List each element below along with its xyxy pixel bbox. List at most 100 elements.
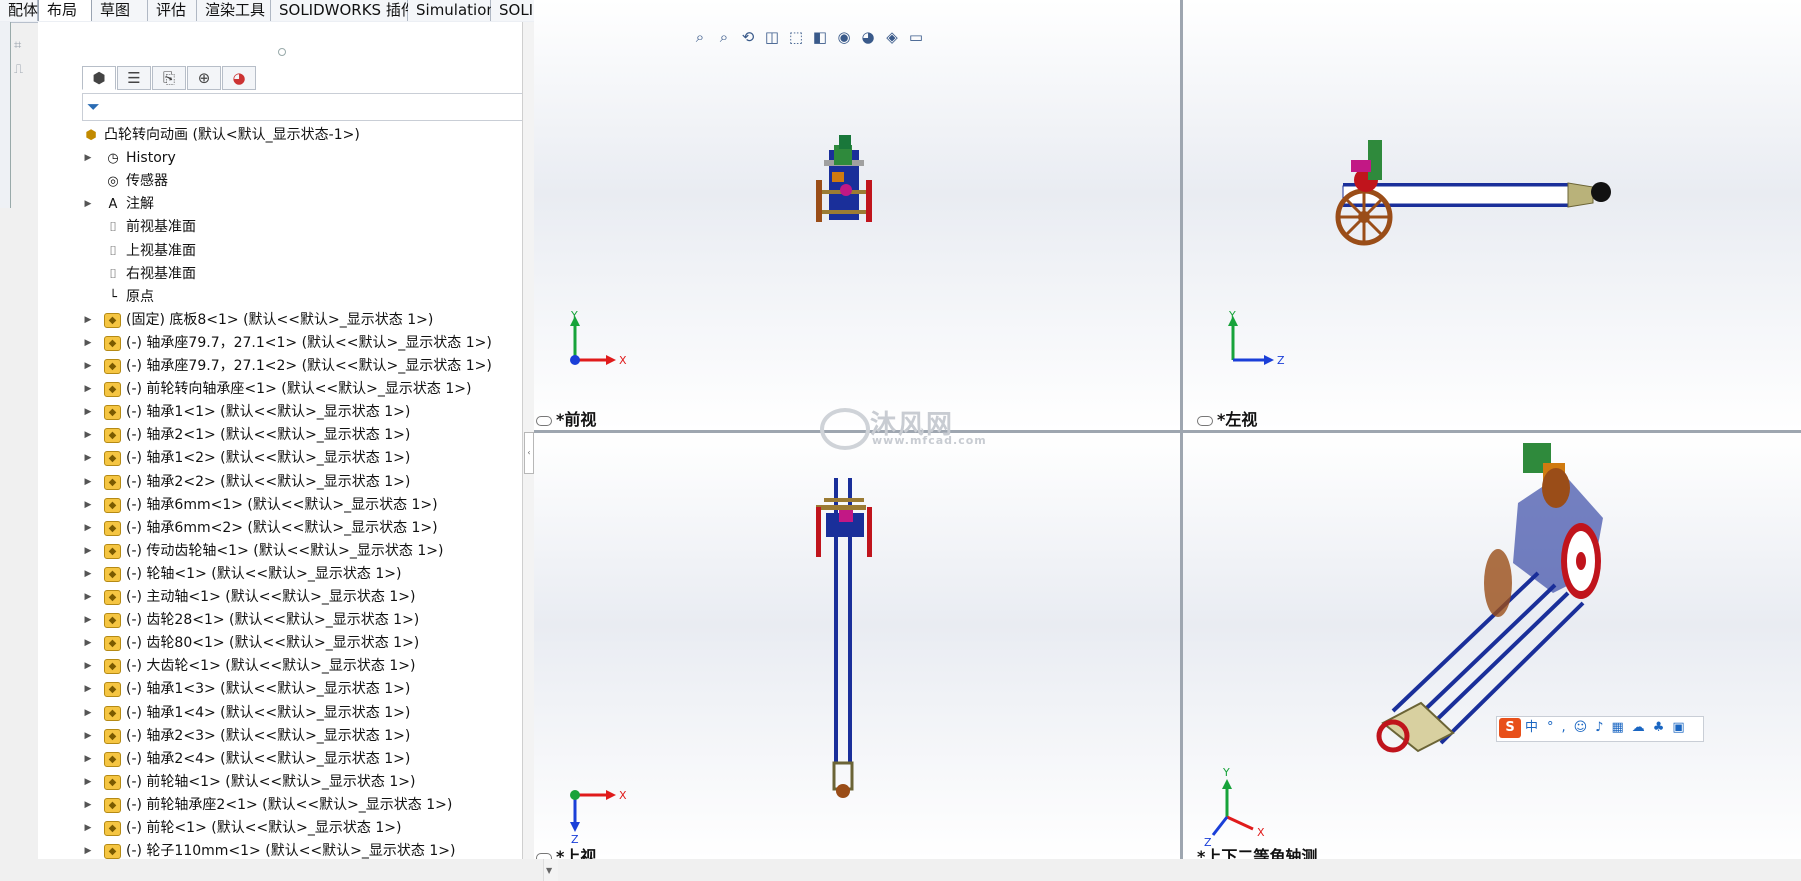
ribbon-tab[interactable]: SOLIDWORKS 插件 (271, 0, 416, 21)
expand-arrow-icon[interactable]: ▶ (82, 332, 94, 355)
previous-view-icon[interactable]: ⟲ (736, 28, 760, 46)
part-icon: ◆ (104, 774, 121, 790)
viewport-front[interactable]: Y X *前视 ⌕ ⌕ ⟲ ◫ ⬚ ◧ ◉ ◕ ◈ ▭ (534, 0, 1180, 430)
part-icon: ◆ (104, 613, 121, 629)
expand-arrow-icon[interactable]: ▶ (82, 147, 94, 170)
viewport-isometric[interactable]: Y X Z *上下二等角轴测 (1183, 433, 1801, 859)
iso-view-model: Y X Z (1204, 443, 1603, 849)
section-view-icon[interactable]: ◫ (760, 28, 784, 46)
part-icon: ◆ (104, 382, 121, 398)
plane-icon: ⌷ (109, 266, 117, 282)
part-icon: ◆ (104, 543, 121, 559)
expand-arrow-icon[interactable]: ▶ (82, 309, 94, 332)
part-icon: ◆ (104, 497, 121, 513)
part-icon: ◆ (104, 405, 121, 421)
tree-item-label: (-) 轴承座79.7，27.1<2> (默认<<默认>_显示状态 1>) (126, 358, 492, 374)
viewport-left[interactable]: Y Z *左视 (1183, 0, 1801, 430)
dimxpert-icon[interactable]: ⊕ (187, 66, 221, 90)
axis-x-label: X (1257, 826, 1265, 839)
expand-arrow-icon[interactable]: ▶ (82, 355, 94, 378)
configuration-manager-icon[interactable]: ⎘ (152, 66, 186, 90)
scroll-down-icon[interactable]: ▼ (546, 866, 552, 875)
sketch-relation-icon[interactable]: ⌗ (14, 38, 36, 62)
step-icon[interactable]: ⎍ (14, 62, 36, 86)
expand-arrow-icon[interactable]: ▶ (82, 817, 94, 840)
axis-x-label: X (619, 789, 627, 802)
expand-arrow-icon[interactable]: ▶ (82, 540, 94, 563)
ribbon-tab[interactable]: Simulation (408, 0, 496, 21)
edit-appearance-icon[interactable]: ◕ (856, 28, 880, 46)
expand-arrow-icon[interactable]: ▶ (82, 748, 94, 771)
expand-arrow-icon[interactable]: ▶ (82, 517, 94, 540)
display-style-icon[interactable]: ◧ (808, 28, 832, 46)
front-view-model: Y X (570, 135, 872, 367)
ribbon-tab[interactable]: 草图 (92, 0, 148, 21)
part-icon: ◆ (104, 797, 121, 813)
property-manager-icon[interactable]: ☰ (117, 66, 151, 90)
expand-arrow-icon[interactable]: ▶ (82, 424, 94, 447)
expand-arrow-icon[interactable]: ▶ (82, 678, 94, 701)
tree-item-label: (-) 轮轴<1> (默认<<默认>_显示状态 1>) (126, 565, 402, 582)
expand-arrow-icon[interactable]: ▶ (82, 378, 94, 401)
tree-item-label: (-) 轴承2<3> (默认<<默认>_显示状态 1>) (126, 727, 411, 744)
expand-arrow-icon[interactable]: ▶ (82, 609, 94, 632)
view-label-isometric: *上下二等角轴测 (1197, 847, 1318, 859)
expand-arrow-icon[interactable]: ▶ (82, 401, 94, 424)
expand-arrow-icon[interactable]: ▶ (82, 586, 94, 609)
part-icon: ◆ (104, 636, 121, 652)
collapse-handle[interactable]: ‹ (524, 432, 534, 474)
filter-icon[interactable]: ⏷ (87, 97, 100, 117)
apply-scene-icon[interactable]: ◈ (880, 28, 904, 46)
ime-tool-icons[interactable]: °,☺♪▦☁♣▣ (1547, 717, 1693, 739)
ribbon-tab[interactable]: 渲染工具 (197, 0, 271, 21)
hide-show-icon[interactable]: ◉ (832, 28, 856, 46)
tree-item-label: (-) 主动轴<1> (默认<<默认>_显示状态 1>) (126, 589, 416, 605)
tree-item-label: 右视基准面 (126, 265, 196, 282)
watermark-logo (820, 408, 870, 450)
side-icons: ⌗ ⎍ (14, 38, 36, 86)
ribbon-tab[interactable]: 配体 (0, 0, 38, 21)
tree-item-label: 传感器 (126, 173, 168, 190)
panel-grip-icon[interactable] (278, 48, 286, 56)
tree-item-label: 注解 (126, 196, 154, 213)
sogou-logo-icon[interactable]: S (1499, 718, 1521, 738)
tree-item-label: (-) 前轮轴承座2<1> (默认<<默认>_显示状态 1>) (126, 796, 453, 813)
axis-z-label: Z (1277, 354, 1285, 367)
expand-arrow-icon[interactable]: ▶ (82, 771, 94, 794)
expand-arrow-icon[interactable]: ▶ (82, 794, 94, 817)
feature-manager-panel: ⬢ ☰ ⎘ ⊕ ◕ › ⏷ ⬢凸轮转向动画 (默认<默认_显示状态-1>)▶◷H… (38, 22, 558, 881)
left-toolbar-strip (0, 22, 11, 208)
expand-arrow-icon[interactable]: ▶ (82, 632, 94, 655)
ribbon-tab[interactable]: 评估 (148, 0, 197, 21)
expand-arrow-icon[interactable]: ▶ (82, 563, 94, 586)
expand-arrow-icon[interactable]: ▶ (82, 655, 94, 678)
part-icon: ◆ (104, 520, 121, 536)
ime-mode[interactable]: 中 (1525, 717, 1538, 739)
heads-up-toolbar: ⌕ ⌕ ⟲ ◫ ⬚ ◧ ◉ ◕ ◈ ▭ (688, 28, 1018, 50)
expand-arrow-icon[interactable]: ▶ (82, 193, 94, 216)
watermark: 沐风网 www.mfcad.com (820, 404, 1000, 454)
expand-arrow-icon[interactable]: ▶ (82, 702, 94, 725)
viewport-top[interactable]: X Z *上视 (534, 433, 1180, 859)
feature-tree-icon[interactable]: ⬢ (82, 66, 116, 90)
part-icon: ◆ (104, 566, 121, 582)
tree-item-label: (-) 轴承1<2> (默认<<默认>_显示状态 1>) (126, 450, 411, 467)
zoom-area-icon[interactable]: ⌕ (712, 28, 736, 46)
view-settings-icon[interactable]: ▭ (904, 28, 928, 46)
plane-icon: ⌷ (109, 220, 117, 236)
tree-root-label: 凸轮转向动画 (默认<默认_显示状态-1>) (104, 127, 360, 143)
expand-arrow-icon[interactable]: ▶ (82, 840, 94, 863)
annotation-icon: A (108, 197, 118, 213)
expand-arrow-icon[interactable]: ▶ (82, 725, 94, 748)
part-icon: ◆ (104, 474, 121, 490)
zoom-to-fit-icon[interactable]: ⌕ (688, 28, 712, 46)
tree-filter-bar[interactable]: ⏷ (82, 93, 556, 121)
viewport-horizontal-splitter[interactable] (534, 430, 1801, 433)
display-manager-icon[interactable]: ◕ (222, 66, 256, 90)
expand-arrow-icon[interactable]: ▶ (82, 447, 94, 470)
expand-arrow-icon[interactable]: ▶ (82, 471, 94, 494)
ime-toolbar[interactable]: S 中 °,☺♪▦☁♣▣ (1496, 716, 1704, 742)
view-orientation-icon[interactable]: ⬚ (784, 28, 808, 46)
ribbon-tab[interactable]: 布局 (38, 0, 92, 21)
expand-arrow-icon[interactable]: ▶ (82, 494, 94, 517)
